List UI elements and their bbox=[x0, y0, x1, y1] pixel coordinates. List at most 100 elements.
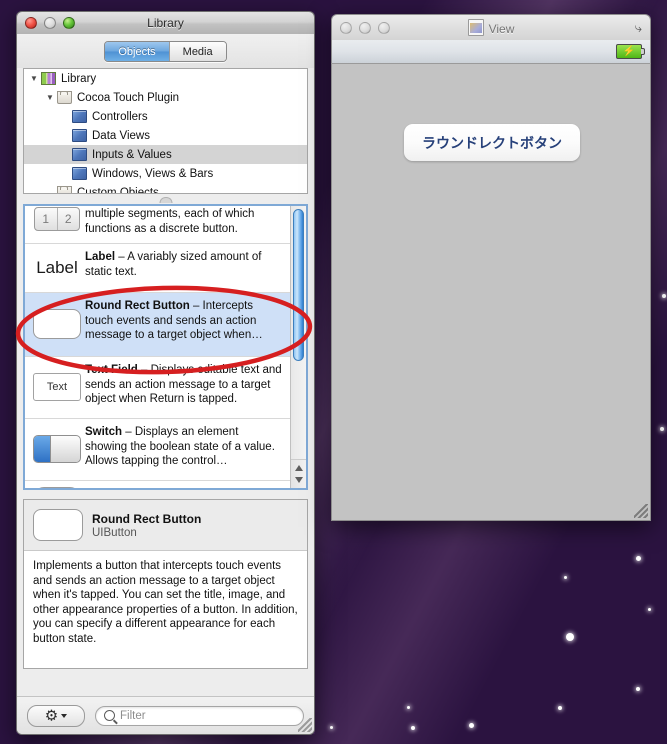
wallpaper-speck bbox=[564, 576, 567, 579]
zoom-light[interactable] bbox=[63, 17, 75, 29]
library-tree[interactable]: ▼ Library ▼ Cocoa Touch Plugin Controlle… bbox=[23, 68, 308, 194]
gear-icon bbox=[46, 710, 58, 722]
view-canvas[interactable]: ラウンドレクトボタン bbox=[331, 64, 651, 521]
view-window[interactable]: View ⤷ ⚡ ラウンドレクトボタン bbox=[331, 14, 651, 521]
detail-subtitle: UIButton bbox=[92, 526, 137, 539]
object-list-pane[interactable]: 1 2 multiple segments, each of which fun… bbox=[23, 204, 308, 490]
tree-row-data-views[interactable]: Data Views bbox=[24, 126, 307, 145]
filter-input[interactable]: Filter bbox=[95, 705, 304, 726]
resize-grip[interactable] bbox=[634, 504, 648, 518]
tree-row-cocoa-touch-plugin[interactable]: ▼ Cocoa Touch Plugin bbox=[24, 88, 307, 107]
list-item[interactable]: 1 2 multiple segments, each of which fun… bbox=[25, 206, 290, 244]
round-rect-button-label: ラウンドレクトボタン bbox=[422, 134, 562, 151]
view-titlebar[interactable]: View ⤷ bbox=[331, 14, 651, 40]
library-bottom-bar: Filter bbox=[17, 696, 314, 734]
switch-icon bbox=[29, 425, 85, 473]
battery-charging-icon: ⚡ bbox=[616, 44, 645, 59]
window-controls[interactable] bbox=[340, 21, 390, 34]
objects-media-segmented-control[interactable]: Objects Media bbox=[104, 41, 227, 62]
folder-icon bbox=[57, 91, 72, 104]
scroll-up-arrow-icon[interactable] bbox=[294, 465, 303, 471]
close-light[interactable] bbox=[25, 17, 37, 29]
disclosure-triangle-icon[interactable]: ▼ bbox=[30, 74, 41, 83]
scroll-down-arrow-icon[interactable] bbox=[294, 477, 303, 483]
disclosure-triangle-icon[interactable]: ▼ bbox=[46, 93, 57, 102]
close-light[interactable] bbox=[340, 21, 352, 34]
action-gear-button[interactable] bbox=[27, 704, 85, 727]
detail-header: Round Rect Button UIButton bbox=[24, 500, 307, 551]
wallpaper-speck bbox=[636, 556, 641, 561]
pane-splitter[interactable] bbox=[23, 194, 308, 204]
chevron-down-icon bbox=[60, 713, 67, 718]
library-body: Objects Media ▼ Library ▼ Cocoa Touch Pl… bbox=[16, 34, 315, 735]
search-icon bbox=[104, 710, 115, 721]
round-rect-button[interactable]: ラウンドレクトボタン bbox=[404, 124, 580, 161]
tree-label: Custom Objects bbox=[77, 186, 159, 194]
list-item-text: Slider – Displays a continuous bbox=[85, 487, 246, 488]
wallpaper-speck bbox=[648, 608, 651, 611]
minimize-light[interactable] bbox=[44, 17, 56, 29]
wallpaper-speck bbox=[636, 687, 640, 691]
resize-grip[interactable] bbox=[298, 718, 312, 732]
list-item[interactable]: Slider – Displays a continuous bbox=[25, 481, 290, 488]
tree-row-library[interactable]: ▼ Library bbox=[24, 69, 307, 88]
document-icon bbox=[467, 19, 484, 36]
tree-label: Library bbox=[61, 72, 97, 85]
zoom-light[interactable] bbox=[378, 21, 390, 34]
list-item-text: multiple segments, each of which functio… bbox=[85, 206, 286, 236]
object-list-scrollbar[interactable] bbox=[290, 206, 306, 488]
blue-box-icon bbox=[72, 167, 87, 180]
wallpaper-speck bbox=[566, 633, 574, 641]
window-controls[interactable] bbox=[25, 17, 75, 29]
list-item-text: Round Rect Button – Intercepts touch eve… bbox=[85, 299, 286, 349]
tree-label: Cocoa Touch Plugin bbox=[77, 91, 180, 104]
list-item[interactable]: Label Label – A variably sized amount of… bbox=[25, 244, 290, 293]
wallpaper-speck bbox=[411, 726, 415, 730]
tree-row-windows-views-and-bars[interactable]: Windows, Views & Bars bbox=[24, 164, 307, 183]
library-icon bbox=[41, 72, 56, 85]
toolbar-toggle-icon[interactable]: ⤷ bbox=[635, 20, 642, 36]
detail-pane: Round Rect Button UIButton Implements a … bbox=[23, 499, 308, 669]
wallpaper-speck bbox=[330, 726, 333, 729]
object-list[interactable]: 1 2 multiple segments, each of which fun… bbox=[25, 206, 290, 488]
filter-placeholder: Filter bbox=[120, 709, 146, 722]
tab-objects[interactable]: Objects bbox=[105, 42, 170, 61]
library-titlebar[interactable]: Library bbox=[16, 11, 315, 34]
folder-icon bbox=[57, 186, 72, 193]
list-item-name: Round Rect Button bbox=[85, 300, 190, 312]
text-field-icon: Text bbox=[29, 363, 85, 411]
list-item-text: Label – A variably sized amount of stati… bbox=[85, 250, 286, 285]
list-item[interactable]: Text Text Field – Displays editable text… bbox=[25, 357, 290, 419]
blue-box-icon bbox=[72, 129, 87, 142]
library-window[interactable]: Library Objects Media ▼ Library ▼ Cocoa … bbox=[16, 11, 315, 735]
list-item-name: Switch bbox=[85, 426, 123, 438]
wallpaper-speck bbox=[469, 723, 474, 728]
wallpaper-speck bbox=[660, 427, 664, 431]
list-item-text: Switch – Displays an element showing the… bbox=[85, 425, 286, 473]
detail-titles: Round Rect Button UIButton bbox=[92, 512, 201, 539]
label-icon-text: Label bbox=[36, 257, 78, 277]
tree-row-controllers[interactable]: Controllers bbox=[24, 107, 307, 126]
list-item-description: multiple segments, each of which functio… bbox=[85, 208, 255, 235]
blue-box-icon bbox=[72, 148, 87, 161]
text-field-icon-text: Text bbox=[33, 373, 81, 401]
scrollbar-thumb[interactable] bbox=[293, 209, 304, 361]
view-window-title: View bbox=[488, 22, 515, 36]
slider-icon bbox=[29, 487, 85, 488]
list-item-round-rect-button[interactable]: Round Rect Button – Intercepts touch eve… bbox=[25, 293, 290, 357]
minimize-light[interactable] bbox=[359, 21, 371, 34]
blue-box-icon bbox=[72, 110, 87, 123]
scrollbar-arrows[interactable] bbox=[291, 459, 306, 488]
list-item-name: Text Field bbox=[85, 364, 138, 376]
round-rect-button-icon bbox=[29, 299, 85, 349]
segmented-control-icon: 1 2 bbox=[29, 206, 85, 231]
library-mode-switcher: Objects Media bbox=[17, 34, 314, 68]
tree-label: Controllers bbox=[92, 110, 148, 123]
segmented-icon-right: 2 bbox=[64, 212, 72, 226]
wallpaper-speck bbox=[407, 706, 410, 709]
list-item[interactable]: Switch – Displays an element showing the… bbox=[25, 419, 290, 481]
view-toolbar[interactable]: ⚡ bbox=[331, 40, 651, 64]
tree-row-inputs-and-values[interactable]: Inputs & Values bbox=[24, 145, 307, 164]
tree-row-custom-objects[interactable]: Custom Objects bbox=[24, 183, 307, 194]
tab-media[interactable]: Media bbox=[169, 42, 226, 61]
